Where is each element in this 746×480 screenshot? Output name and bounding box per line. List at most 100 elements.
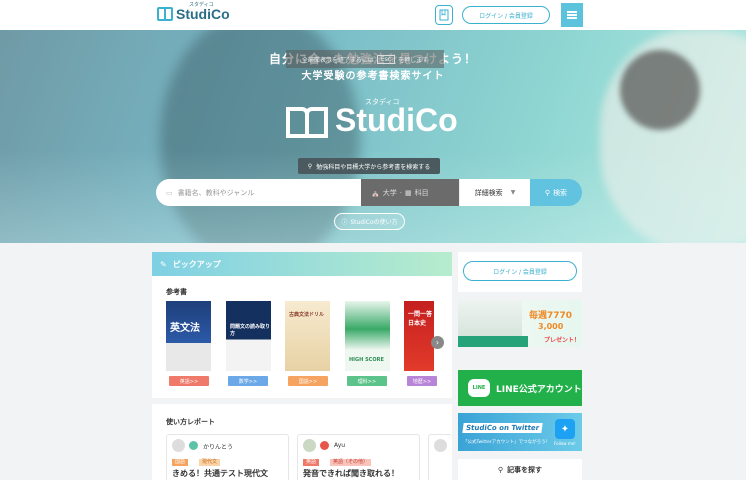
site-header: StudiCo スタディコ ログイン / 会員登録 [0,0,746,30]
pen-icon: ✎ [160,259,167,269]
book-cover-title: 英文法 [170,323,200,334]
books-subtitle: 参考書 [166,288,187,296]
search-input[interactable]: ▭ 書籍名、教科やジャンル [156,179,361,206]
campaign-banner[interactable]: 毎週7770 3,000 プレゼント！ [458,300,582,347]
chevron-right-icon: › [435,338,440,347]
book-cover[interactable]: 英文法 [166,301,211,371]
banner-price-text: 3,000 [538,322,564,331]
filter-subject-label: 科目 [414,188,429,197]
hero-section: 自分に合った勉強法を見つけよう！ 大学受験の参考書検索サイト 全画面表示を終了す… [0,30,746,243]
pickup-title: ピックアップ [172,259,221,269]
next-arrow-button[interactable]: › [431,336,444,349]
search-hint: ⚲ 勉強科目や目標大学から参考書を検索する [298,158,440,174]
pickup-header: ✎ ピックアップ [152,252,452,276]
report-tag: 国語 [172,459,189,466]
university-icon: ⛪ [371,188,380,197]
menu-icon [567,14,577,16]
search-bar: ▭ 書籍名、教科やジャンル ⛪ 大学 · ▦ 科目 詳細検索 ▼ ⚲ 検索 [156,179,582,206]
notice-text: 全画面表示を終了するには [301,56,374,64]
book-cover[interactable]: 古典文法ドリル [285,301,330,371]
hero-logo-ruby: スタディコ [365,98,400,106]
user-badge-icon [189,441,198,450]
user-badge-icon [320,441,329,450]
book-logo-icon [157,7,173,21]
twitter-banner-sub: 「公式Twitterアカウント」でつながろう！ [463,440,551,445]
subject-button[interactable]: 理科>> [347,376,387,386]
search-icon: ⚲ [307,162,313,170]
banner-price-text: 毎週7770 [529,311,573,321]
book-cover[interactable]: 一問一答 日本史 [404,301,434,371]
twitter-bird-icon: ✦ [555,419,575,439]
book-cover-title: 古典文法ドリル [289,312,325,318]
howto-label: StudiCoの使い方 [350,219,398,226]
report-title: 発音できれば聞き取れる！ [303,469,399,478]
detail-search-dropdown[interactable]: 詳細検索 ▼ [459,179,530,206]
header-login-button[interactable]: ログイン / 会員登録 [462,6,550,24]
reports-section: 使い方レポート かりんとう 国語 現代文 きめる！共通テスト現代文 Ayu 英語… [152,404,452,480]
avatar [172,439,185,452]
menu-button[interactable] [561,3,583,27]
twitter-banner-title: StudiCo on Twitter [462,423,543,433]
report-tag: 英語（その他） [330,459,372,466]
pickup-section: ✎ ピックアップ 参考書 英文法 問題文の読み取り方 古典文法ドリル HIGH … [152,252,452,398]
report-tag: 現代文 [199,459,221,466]
line-icon: LINE [468,379,490,397]
logo-ruby: スタディコ [189,2,214,8]
line-banner[interactable]: LINE LINE公式アカウント [458,370,582,406]
search-placeholder: 書籍名、教科やジャンル [177,188,255,197]
detail-search-label: 詳細検索 [474,188,503,197]
report-tag: 英語 [303,459,320,466]
twitter-banner[interactable]: StudiCo on Twitter 「公式Twitterアカウント」でつながろ… [458,413,582,451]
notice-key: Esc [376,54,396,64]
book-cover[interactable]: HIGH SCORE [345,301,390,371]
sidebar-login-button[interactable]: ログイン / 会員登録 [463,261,577,281]
subject-button[interactable]: 地歴>> [407,376,437,386]
avatar [434,439,447,452]
subject-button[interactable]: 英語>> [169,376,209,386]
bookmark-icon [439,9,449,21]
avatar [303,439,316,452]
report-card[interactable]: かりんとう 国語 現代文 きめる！共通テスト現代文 [166,434,289,480]
banner-strip [458,336,528,347]
hero-subtagline: 大学受験の参考書検索サイト [301,71,445,82]
lock-icon: ▦ [404,188,412,197]
book-logo-icon [286,106,328,138]
book-cover[interactable]: 問題文の読み取り方 [226,301,271,371]
fullscreen-notice: 全画面表示を終了するには Esc を押します [286,50,444,68]
report-user-name: Ayu [334,442,346,449]
info-icon: ⓘ [341,219,348,226]
search-icon: ⚲ [544,188,551,197]
report-card[interactable]: Ayu 英語 英語（その他） 発音できれば聞き取れる！ [297,434,420,480]
subject-button[interactable]: 国語>> [288,376,328,386]
filter-university-label: 大学 [382,188,397,197]
book-cover-title: 一問一答 日本史 [408,311,433,327]
hero-logo: StudiCo スタディコ [285,98,458,139]
report-card[interactable] [428,434,452,480]
university-subject-filter[interactable]: ⛪ 大学 · ▦ 科目 [361,179,459,206]
chevron-down-icon: ▼ [510,189,516,196]
article-search-button[interactable]: ⚲ 記事を探す [458,459,582,480]
sidebar-login-box: ログイン / 会員登録 [458,252,582,292]
banner-present-text: プレゼント！ [544,337,581,344]
bookmark-button[interactable] [435,5,453,25]
report-title: きめる！共通テスト現代文 [172,469,268,478]
search-icon: ⚲ [497,465,504,474]
book-cover-title: HIGH SCORE [349,357,384,363]
subject-button[interactable]: 数学>> [228,376,268,386]
howto-button[interactable]: ⓘ StudiCoの使い方 [334,213,405,230]
reports-title: 使い方レポート [166,418,215,426]
search-button-label: 検索 [553,188,568,197]
filter-separator: · [399,188,402,197]
logo-text: StudiCo [176,6,230,22]
article-search-label: 記事を探す [507,465,543,474]
site-logo[interactable]: StudiCo スタディコ [157,2,230,22]
hero-logo-text: StudiCo [335,102,458,138]
notice-text-after: を押します [398,56,429,64]
search-hint-text: 勉強科目や目標大学から参考書を検索する [316,163,431,171]
report-user-name: かりんとう [203,444,234,451]
book-cover-title: 問題文の読み取り方 [230,324,271,337]
search-button[interactable]: ⚲ 検索 [530,179,582,206]
twitter-follow-text: Follow me! [554,441,576,446]
line-banner-text: LINE公式アカウント [496,384,582,395]
book-icon: ▭ [166,188,173,197]
